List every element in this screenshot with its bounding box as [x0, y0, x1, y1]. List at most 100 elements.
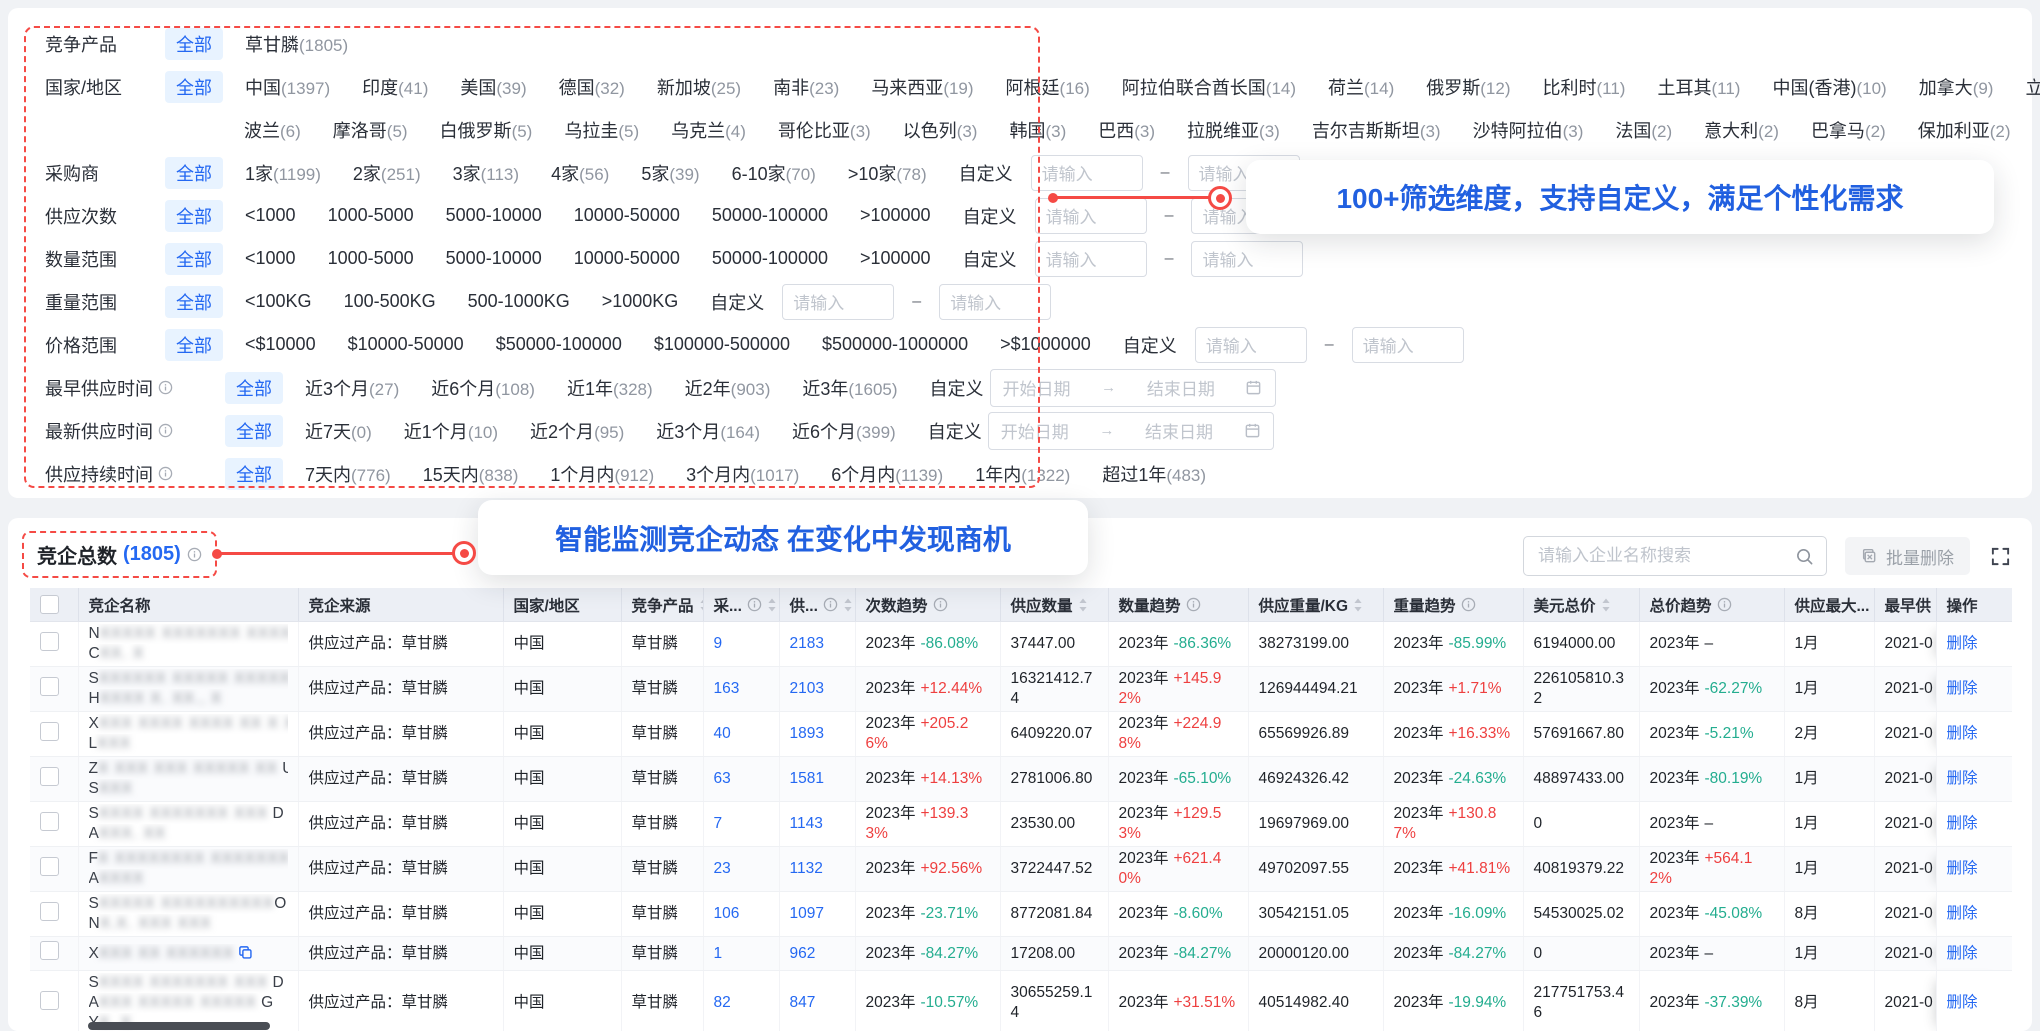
filter-option[interactable]: <100KG [245, 291, 312, 312]
range-input-max[interactable]: 请输入 [1191, 241, 1303, 277]
info-icon[interactable] [823, 597, 838, 612]
filter-all-chip[interactable]: 全部 [165, 28, 223, 60]
filter-option[interactable]: 加拿大(9) [1919, 74, 1994, 100]
filter-option[interactable]: 阿根廷(16) [1006, 74, 1090, 100]
filter-option[interactable]: >1000KG [602, 291, 679, 312]
filter-option[interactable]: <1000 [245, 248, 296, 269]
column-header-美元总价[interactable]: 美元总价 [1523, 588, 1639, 622]
filter-option[interactable]: 1家(1199) [245, 160, 321, 186]
filter-option[interactable]: 马来西亚(19) [871, 74, 973, 100]
filter-option[interactable]: 以色列(3) [903, 117, 978, 143]
filter-option[interactable]: 近3个月(164) [656, 418, 760, 444]
fullscreen-icon[interactable] [1988, 544, 2012, 568]
filter-option[interactable]: 白俄罗斯(5) [440, 117, 533, 143]
filter-all-chip[interactable]: 全部 [165, 157, 223, 189]
filter-option[interactable]: 1个月内(912) [550, 461, 654, 487]
filter-custom-label[interactable]: 自定义 [710, 289, 764, 315]
filter-option[interactable]: $10000-50000 [348, 334, 464, 355]
supply-count-cell[interactable]: 2103 [779, 667, 855, 712]
delete-button[interactable]: 删除 [1936, 847, 2012, 892]
range-input-min[interactable]: 请输入 [782, 284, 894, 320]
sort-icon[interactable] [843, 597, 853, 613]
filter-all-chip[interactable]: 全部 [165, 200, 223, 232]
delete-button[interactable]: 删除 [1936, 757, 2012, 802]
delete-button[interactable]: 删除 [1936, 971, 2012, 1031]
filter-option[interactable]: 韩国(3) [1009, 117, 1066, 143]
filter-option[interactable]: 近6个月(108) [431, 375, 535, 401]
filter-option[interactable]: 5000-10000 [446, 248, 542, 269]
filter-option[interactable]: 10000-50000 [574, 205, 680, 226]
supply-count-cell[interactable]: 1143 [779, 802, 855, 847]
sort-icon[interactable] [699, 597, 703, 613]
filter-option[interactable]: 波兰(6) [244, 117, 301, 143]
sort-icon[interactable] [1601, 597, 1611, 613]
buyers-count-cell[interactable]: 9 [703, 622, 779, 667]
supply-count-cell[interactable]: 847 [779, 971, 855, 1031]
filter-option[interactable]: 3家(113) [453, 160, 519, 186]
filter-option[interactable]: 近6个月(399) [792, 418, 896, 444]
filter-all-chip[interactable]: 全部 [225, 458, 283, 490]
filter-option[interactable]: 意大利(2) [1704, 117, 1779, 143]
filter-option[interactable]: 乌拉圭(5) [564, 117, 639, 143]
filter-option[interactable]: 哥伦比亚(3) [778, 117, 871, 143]
filter-option[interactable]: 保加利亚(2) [1918, 117, 2011, 143]
filter-option[interactable]: 10000-50000 [574, 248, 680, 269]
filter-option[interactable]: >10家(78) [848, 160, 927, 186]
filter-all-chip[interactable]: 全部 [165, 329, 223, 361]
filter-option[interactable]: 巴西(3) [1098, 117, 1155, 143]
range-input-min[interactable]: 请输入 [1035, 241, 1147, 277]
buyers-count-cell[interactable]: 1 [703, 937, 779, 971]
delete-button[interactable]: 删除 [1936, 712, 2012, 757]
sort-icon[interactable] [1353, 597, 1363, 613]
supply-count-cell[interactable]: 962 [779, 937, 855, 971]
delete-button[interactable]: 删除 [1936, 802, 2012, 847]
filter-option[interactable]: 沙特阿拉伯(3) [1473, 117, 1584, 143]
supply-count-cell[interactable]: 2183 [779, 622, 855, 667]
column-header-采...[interactable]: 采... [703, 588, 779, 622]
filter-option[interactable]: $100000-500000 [654, 334, 790, 355]
sort-icon[interactable] [767, 597, 777, 613]
filter-option[interactable]: 近2个月(95) [530, 418, 624, 444]
delete-button[interactable]: 删除 [1936, 622, 2012, 667]
filter-option[interactable]: 拉脱维亚(3) [1187, 117, 1280, 143]
filter-option[interactable]: 超过1年(483) [1102, 461, 1206, 487]
filter-option[interactable]: 草甘膦(1805) [245, 31, 348, 57]
info-icon[interactable] [1461, 597, 1476, 612]
info-icon[interactable] [158, 423, 173, 438]
filter-option[interactable]: 近2年(903) [685, 375, 771, 401]
info-icon[interactable] [1717, 597, 1732, 612]
column-header-竞争产品[interactable]: 竞争产品 [621, 588, 703, 622]
filter-option[interactable]: <1000 [245, 205, 296, 226]
range-input-max[interactable]: 请输入 [939, 284, 1051, 320]
row-checkbox[interactable] [40, 941, 59, 960]
buyers-count-cell[interactable]: 163 [703, 667, 779, 712]
delete-button[interactable]: 删除 [1936, 667, 2012, 712]
search-icon[interactable] [1795, 547, 1814, 566]
filter-option[interactable]: 中国(1397) [245, 74, 330, 100]
delete-button[interactable]: 删除 [1936, 892, 2012, 937]
row-checkbox[interactable] [40, 767, 59, 786]
copy-icon[interactable] [238, 945, 253, 960]
sort-icon[interactable] [1078, 597, 1088, 613]
buyers-count-cell[interactable]: 7 [703, 802, 779, 847]
info-icon[interactable] [1186, 597, 1201, 612]
filter-custom-label[interactable]: 自定义 [930, 375, 984, 401]
info-icon[interactable] [158, 380, 173, 395]
range-input-min[interactable]: 请输入 [1195, 327, 1307, 363]
filter-option[interactable]: 印度(41) [362, 74, 428, 100]
select-all-checkbox[interactable] [40, 595, 59, 614]
row-checkbox[interactable] [40, 857, 59, 876]
filter-custom-label[interactable]: 自定义 [1123, 332, 1177, 358]
buyers-count-cell[interactable]: 82 [703, 971, 779, 1031]
filter-option[interactable]: 5000-10000 [446, 205, 542, 226]
filter-custom-label[interactable]: 自定义 [928, 418, 982, 444]
filter-option[interactable]: 100-500KG [344, 291, 436, 312]
filter-all-chip[interactable]: 全部 [165, 243, 223, 275]
filter-option[interactable]: 俄罗斯(12) [1426, 74, 1510, 100]
filter-option[interactable]: 中国(香港)(10) [1772, 74, 1886, 100]
filter-option[interactable]: 1000-5000 [328, 205, 414, 226]
filter-option[interactable]: 德国(32) [559, 74, 625, 100]
buyers-count-cell[interactable]: 40 [703, 712, 779, 757]
filter-option[interactable]: 比利时(11) [1542, 74, 1625, 100]
range-input-max[interactable]: 请输入 [1352, 327, 1464, 363]
